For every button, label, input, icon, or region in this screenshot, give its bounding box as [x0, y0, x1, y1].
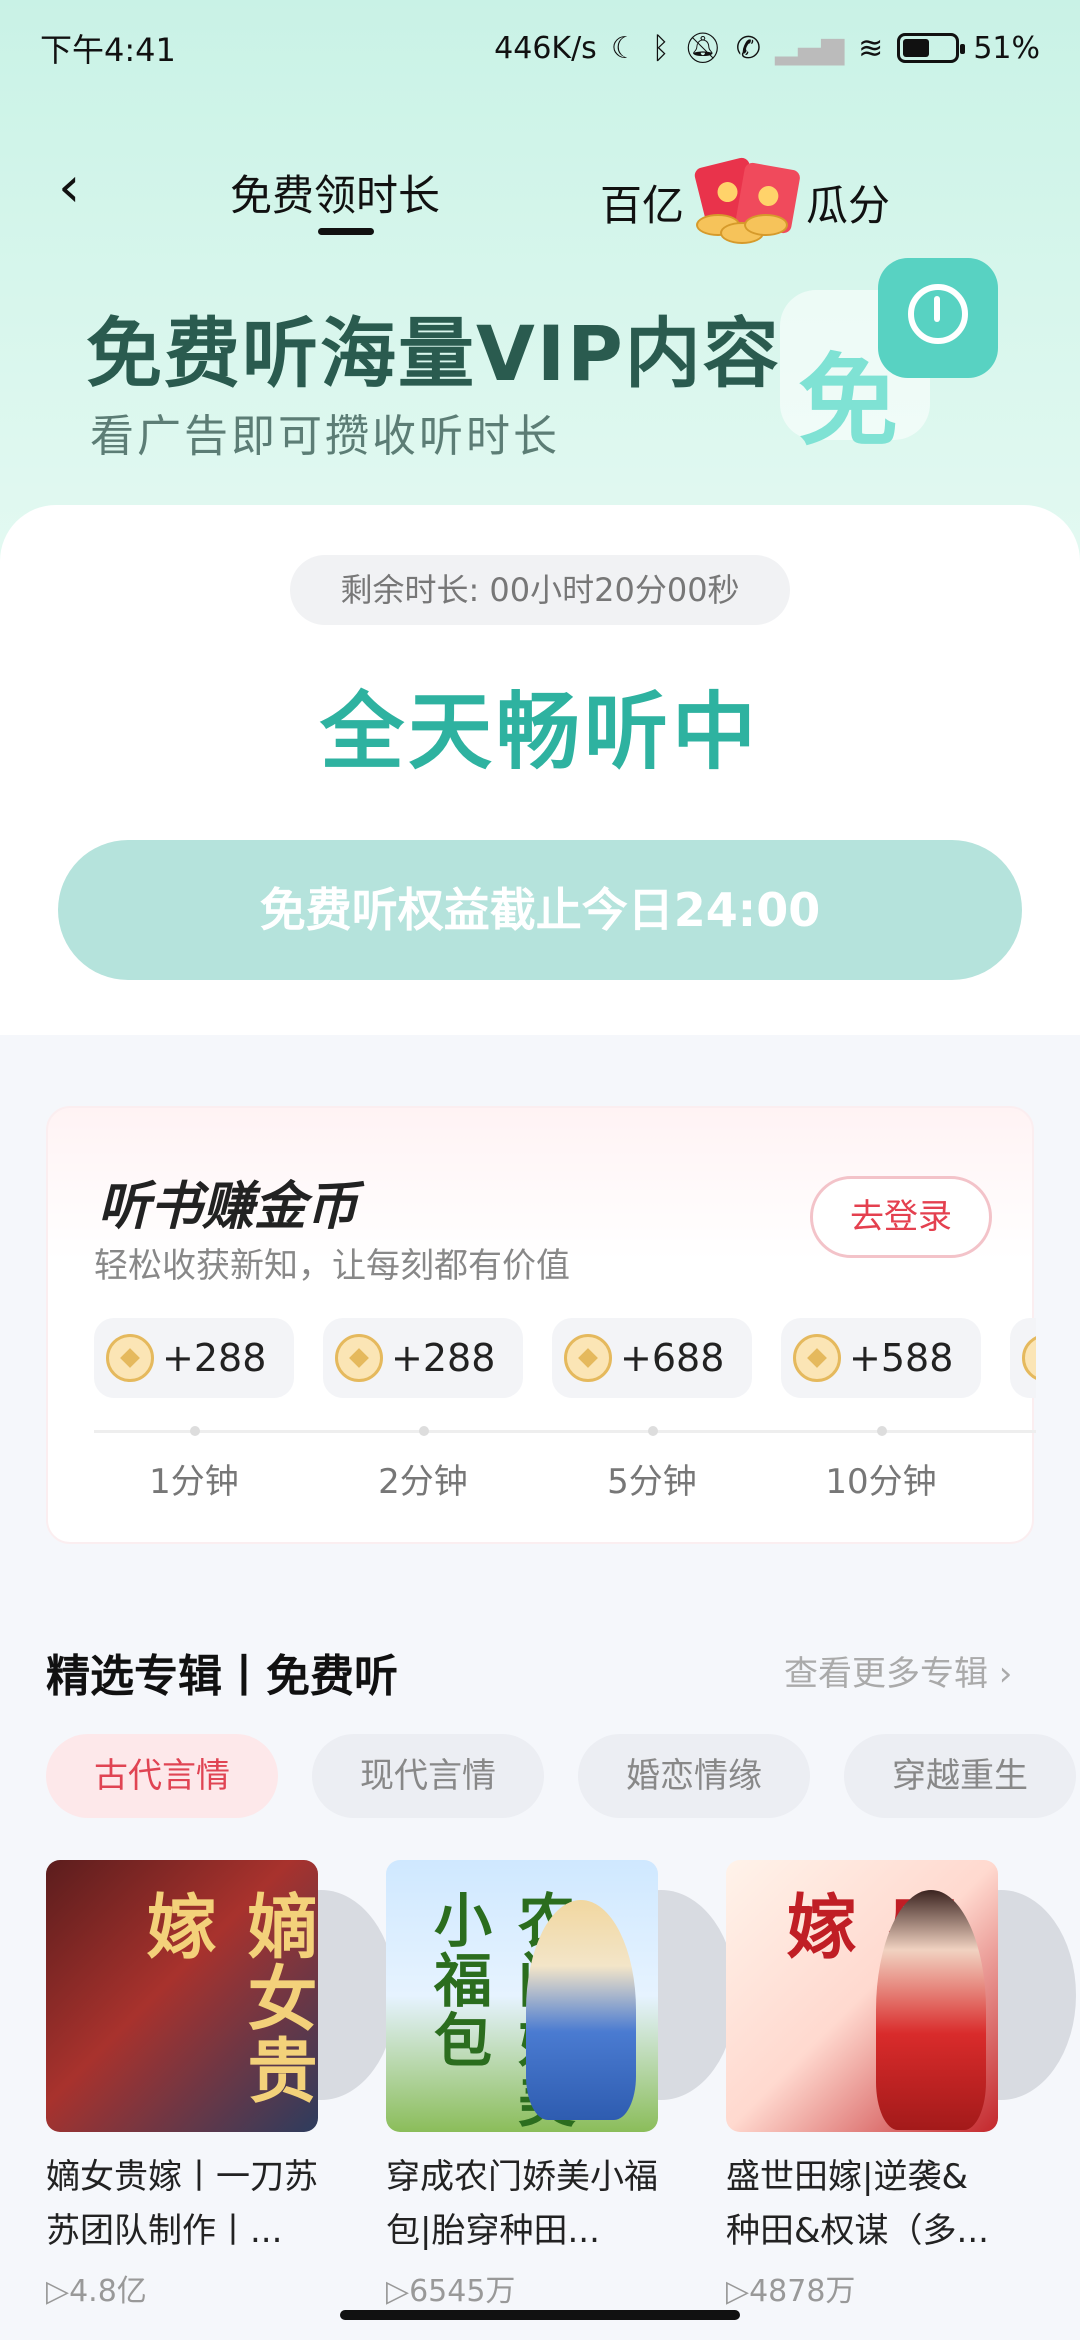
reward-item[interactable]: +288 1分钟	[94, 1318, 294, 1502]
status-bar: 下午4:41 446K/s ☾ ᛒ 🔕︎ ✆ ▂▄▆ ≋ 51%	[0, 0, 1080, 96]
reward-bubble: +288	[94, 1318, 294, 1398]
status-time: 下午4:41	[40, 31, 176, 69]
album-card[interactable]: 农门娇美小福包 穿成农门娇美小福包|胎穿种田... ▷6545万	[386, 1860, 736, 2310]
battery-percent: 51%	[973, 30, 1040, 66]
bluetooth-icon: ᛒ	[651, 30, 670, 66]
album-plays: ▷4878万	[726, 2274, 856, 2309]
chip-time-travel[interactable]: 穿越重生	[844, 1734, 1076, 1818]
battery-icon	[897, 33, 966, 63]
timeline-dot	[190, 1426, 200, 1436]
tab-active-indicator	[318, 228, 374, 235]
album-cover-title: 嫡女贵嫁	[135, 1890, 318, 2106]
album-card[interactable]: 嫡女贵嫁 嫡女贵嫁丨一刀苏苏团队制作丨... ▷4.8亿	[46, 1860, 396, 2310]
status-icons: 446K/s ☾ ᛒ 🔕︎ ✆ ▂▄▆ ≋ 51%	[494, 31, 1040, 66]
tab-free-time[interactable]: 免费领时长	[230, 162, 440, 223]
album-card[interactable]: 盛世田嫁 盛世田嫁|逆袭&种田&权谋（多... ▷4878万	[726, 1860, 1076, 2310]
reward-time: 1分钟	[149, 1462, 239, 1502]
call-icon: ✆	[735, 30, 761, 66]
timeline-dot	[648, 1426, 658, 1436]
mute-icon: 🔕︎	[683, 30, 722, 66]
free-clock-icon: 免	[760, 250, 1020, 460]
reward-amount: +588	[849, 1336, 954, 1380]
cover-illustration	[526, 1900, 636, 2120]
chevron-left-icon: ‹	[58, 155, 81, 220]
more-albums-link[interactable]: 查看更多专辑 ›	[784, 1646, 1012, 1695]
tab-bonus-left-label: 百亿	[600, 180, 685, 230]
reward-time: 2分钟	[378, 1462, 468, 1502]
album-list: 嫡女贵嫁 嫡女贵嫁丨一刀苏苏团队制作丨... ▷4.8亿 农门娇美小福包 穿成农…	[46, 1860, 1080, 2309]
album-title: 嫡女贵嫁丨一刀苏苏团队制作丨...	[46, 2157, 318, 2251]
album-cover: 盛世田嫁	[726, 1860, 998, 2132]
chip-ancient-romance[interactable]: 古代言情	[46, 1734, 278, 1818]
earn-coins-title: 听书赚金币	[98, 1177, 359, 1237]
top-nav: ‹ 免费领时长 百亿 瓜分	[0, 140, 1080, 244]
free-listen-status-card: 剩余时长: 00小时20分00秒 全天畅听中 免费听权益截止今日24:00	[0, 505, 1080, 1035]
banner-title: 免费听海量VIP内容	[86, 309, 781, 398]
network-speed: 446K/s	[494, 30, 597, 66]
album-cover: 嫡女贵嫁	[46, 1860, 318, 2132]
reward-timeline: +288 1分钟 +288 2分钟 +688 5分钟 +588 10分钟	[94, 1318, 1036, 1518]
wifi-icon: ≋	[858, 30, 884, 66]
chip-modern-romance[interactable]: 现代言情	[312, 1734, 544, 1818]
reward-time: 5分钟	[607, 1462, 697, 1502]
coin-icon	[106, 1334, 154, 1382]
coin-icon	[1022, 1334, 1036, 1382]
back-button[interactable]: ‹	[58, 158, 118, 218]
album-plays: ▷6545万	[386, 2274, 516, 2309]
tab-bonus-share[interactable]: 百亿 瓜分	[600, 156, 891, 244]
reward-amount: +688	[620, 1336, 725, 1380]
reward-item-partial[interactable]	[1010, 1318, 1036, 1398]
earn-coins-subtitle: 轻松收获新知，让每刻都有价值	[94, 1246, 570, 1286]
timeline-dot	[419, 1426, 429, 1436]
section-title: 精选专辑丨免费听	[46, 1651, 398, 1702]
reward-item[interactable]: +688 5分钟	[552, 1318, 752, 1502]
reward-amount: +288	[391, 1336, 496, 1380]
coin-icon	[564, 1334, 612, 1382]
album-plays: ▷4.8亿	[46, 2274, 147, 2309]
chip-marriage-romance[interactable]: 婚恋情缘	[578, 1734, 810, 1818]
reward-item[interactable]: +288 2分钟	[323, 1318, 523, 1502]
moon-icon: ☾	[610, 30, 638, 66]
timeline-dot	[877, 1426, 887, 1436]
home-indicator[interactable]	[340, 2310, 740, 2320]
earn-coins-card: 听书赚金币 轻松收获新知，让每刻都有价值 去登录 +288 1分钟 +288 2…	[46, 1106, 1036, 1544]
reward-bubble: +288	[323, 1318, 523, 1398]
category-chips: 古代言情 现代言情 婚恋情缘 穿越重生	[46, 1734, 1080, 1818]
listening-headline: 全天畅听中	[319, 683, 760, 781]
reward-bubble: +688	[552, 1318, 752, 1398]
coin-icon	[793, 1334, 841, 1382]
reward-item[interactable]: +588 10分钟	[781, 1318, 981, 1502]
album-title: 穿成农门娇美小福包|胎穿种田...	[386, 2157, 658, 2251]
remaining-time-pill: 剩余时长: 00小时20分00秒	[290, 555, 790, 625]
album-title: 盛世田嫁|逆袭&种田&权谋（多...	[726, 2157, 989, 2251]
reward-amount: +288	[162, 1336, 267, 1380]
coin-icon	[335, 1334, 383, 1382]
signal-icon: ▂▄▆	[774, 30, 845, 66]
tab-bonus-right-label: 瓜分	[806, 180, 891, 230]
album-cover: 农门娇美小福包	[386, 1860, 658, 2132]
reward-time: 10分钟	[825, 1462, 937, 1502]
banner-art-glyph: 免	[798, 343, 898, 460]
deadline-button[interactable]: 免费听权益截止今日24:00	[58, 840, 1022, 980]
login-button[interactable]: 去登录	[810, 1176, 992, 1258]
banner-subtitle: 看广告即可攒收听时长	[90, 411, 560, 462]
reward-bubble: +588	[781, 1318, 981, 1398]
red-envelope-icon	[690, 156, 802, 244]
cover-illustration	[876, 1890, 986, 2130]
reward-bubble	[1010, 1318, 1036, 1398]
timeline-line	[94, 1430, 1036, 1433]
